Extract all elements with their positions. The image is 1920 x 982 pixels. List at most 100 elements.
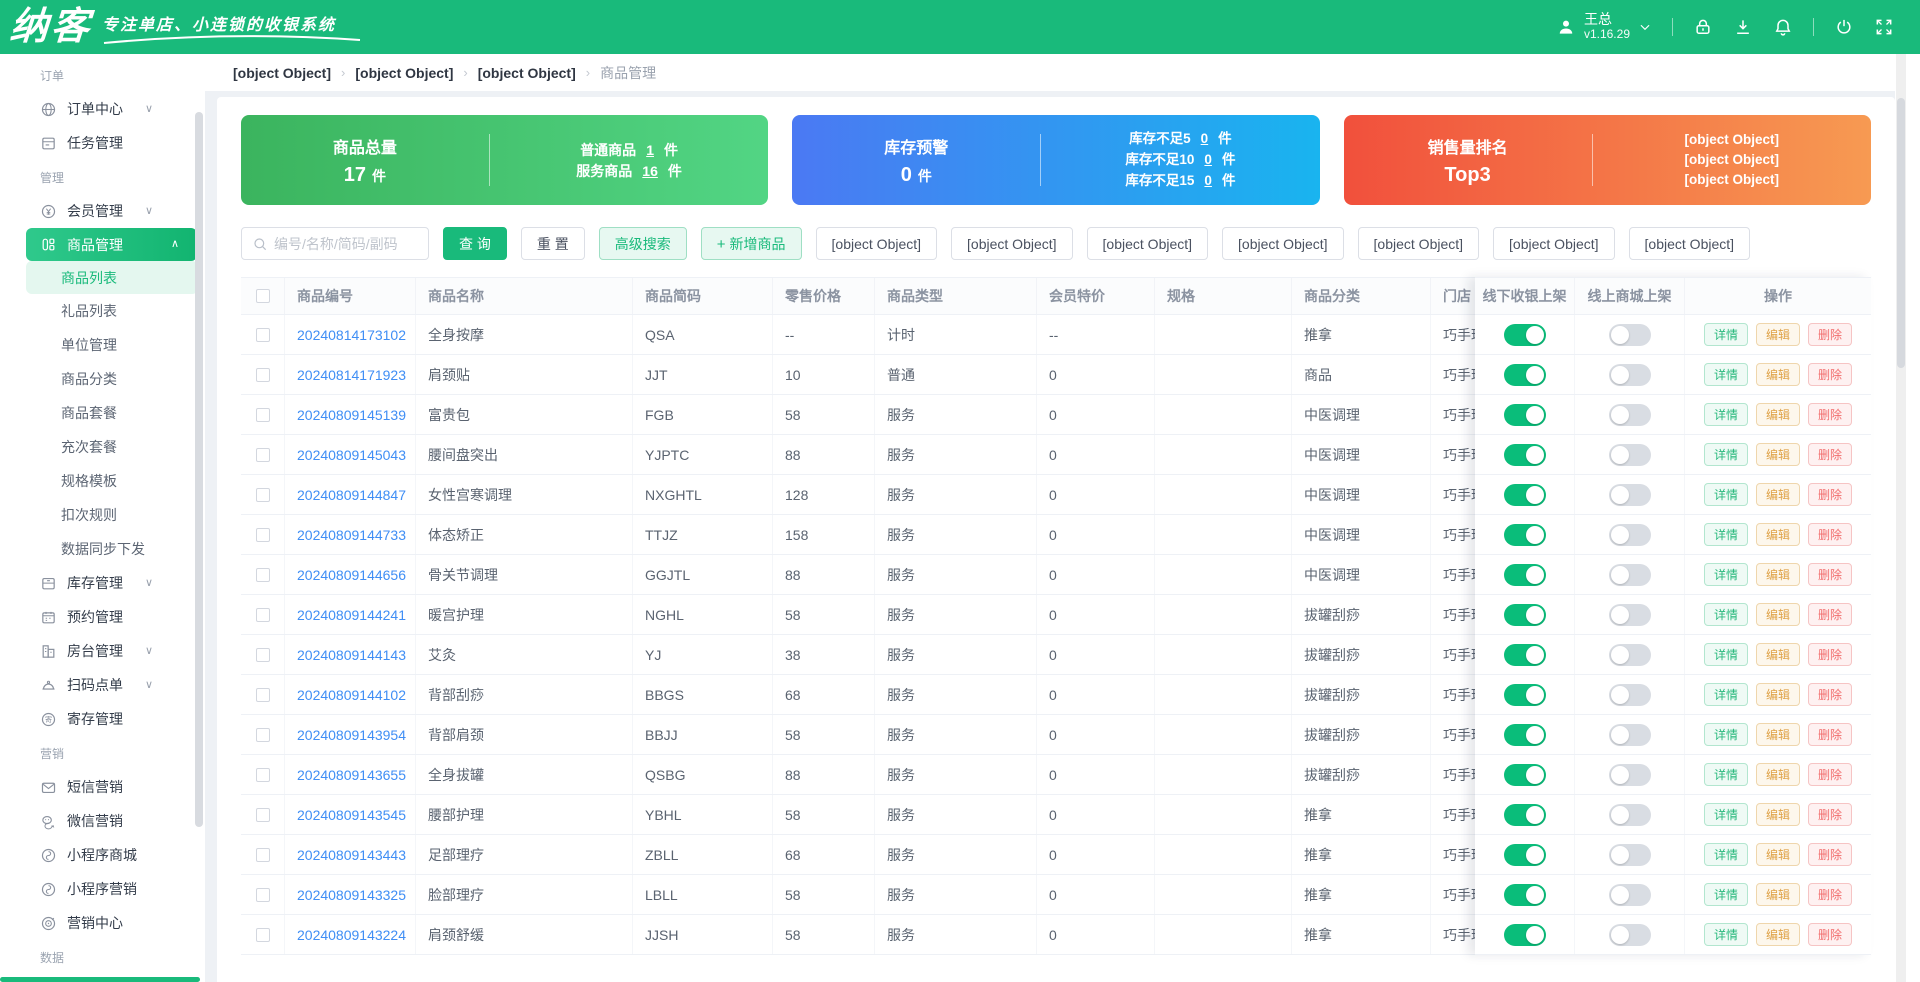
- online-mall-toggle[interactable]: [1608, 363, 1651, 386]
- edit-button[interactable]: 编辑: [1755, 923, 1800, 946]
- power-icon[interactable]: [1834, 17, 1854, 37]
- sidebar-item[interactable]: 商品套餐: [0, 396, 205, 430]
- offline-cashier-toggle[interactable]: [1503, 683, 1546, 706]
- row-checkbox[interactable]: [255, 687, 270, 702]
- sidebar-item[interactable]: 营销中心: [0, 906, 205, 940]
- row-checkbox[interactable]: [255, 327, 270, 342]
- sidebar-item[interactable]: 订单中心: [0, 92, 205, 126]
- detail-button[interactable]: 详情: [1703, 403, 1748, 426]
- batch-button[interactable]: [object Object]: [1628, 227, 1751, 260]
- stat-line-value[interactable]: 0: [1204, 151, 1212, 169]
- stat-line-value[interactable]: 0: [1204, 172, 1212, 190]
- product-id-link[interactable]: 20240809144733: [285, 515, 416, 554]
- delete-button[interactable]: 删除: [1808, 763, 1853, 786]
- select-all-checkbox[interactable]: [255, 289, 270, 303]
- product-id-link[interactable]: 20240809145043: [285, 435, 416, 474]
- sidebar-item[interactable]: 寄存管理: [0, 702, 205, 736]
- online-mall-toggle[interactable]: [1608, 523, 1651, 546]
- sidebar-item[interactable]: 管理: [0, 160, 205, 194]
- product-id-link[interactable]: 20240809144656: [285, 555, 416, 594]
- delete-button[interactable]: 删除: [1808, 923, 1853, 946]
- row-checkbox[interactable]: [255, 847, 270, 862]
- fullscreen-icon[interactable]: [1874, 17, 1894, 37]
- detail-button[interactable]: 详情: [1703, 603, 1748, 626]
- delete-button[interactable]: 删除: [1808, 403, 1853, 426]
- row-checkbox[interactable]: [255, 927, 270, 942]
- edit-button[interactable]: 编辑: [1755, 763, 1800, 786]
- sidebar-item[interactable]: 单位管理: [0, 328, 205, 362]
- product-id-link[interactable]: 20240809144241: [285, 595, 416, 634]
- edit-button[interactable]: 编辑: [1755, 523, 1800, 546]
- sidebar-scrollbar-thumb[interactable]: [195, 112, 203, 827]
- offline-cashier-toggle[interactable]: [1503, 923, 1546, 946]
- detail-button[interactable]: 详情: [1703, 443, 1748, 466]
- batch-button[interactable]: [object Object]: [1493, 227, 1615, 260]
- lock-icon[interactable]: [1693, 17, 1713, 37]
- product-id-link[interactable]: 20240809144102: [285, 675, 416, 714]
- batch-button[interactable]: [object Object]: [1357, 227, 1480, 260]
- batch-button[interactable]: [object Object]: [1086, 227, 1209, 260]
- offline-cashier-toggle[interactable]: [1503, 603, 1546, 626]
- offline-cashier-toggle[interactable]: [1503, 443, 1546, 466]
- delete-button[interactable]: 删除: [1808, 603, 1853, 626]
- user-menu[interactable]: 王总 v1.16.29: [1556, 12, 1652, 42]
- offline-cashier-toggle[interactable]: [1503, 403, 1546, 426]
- offline-cashier-toggle[interactable]: [1503, 723, 1546, 746]
- detail-button[interactable]: 详情: [1703, 763, 1748, 786]
- row-checkbox[interactable]: [255, 727, 270, 742]
- offline-cashier-toggle[interactable]: [1503, 643, 1546, 666]
- stat-line-value[interactable]: 16: [642, 162, 658, 180]
- sidebar-item[interactable]: 房台管理: [0, 634, 205, 668]
- detail-button[interactable]: 详情: [1703, 803, 1748, 826]
- delete-button[interactable]: 删除: [1808, 483, 1853, 506]
- batch-button[interactable]: [object Object]: [815, 227, 938, 260]
- detail-button[interactable]: 详情: [1703, 523, 1748, 546]
- edit-button[interactable]: 编辑: [1755, 443, 1800, 466]
- product-id-link[interactable]: 20240809143224: [285, 915, 416, 954]
- breadcrumb-link[interactable]: [object Object]: [355, 65, 453, 81]
- sidebar-item[interactable]: 商品分类: [0, 362, 205, 396]
- product-id-link[interactable]: 20240809143443: [285, 835, 416, 874]
- stat-line-value[interactable]: 0: [1201, 130, 1209, 148]
- search-input[interactable]: [274, 235, 418, 252]
- sidebar-item[interactable]: 规格模板: [0, 464, 205, 498]
- edit-button[interactable]: 编辑: [1755, 483, 1800, 506]
- sidebar-item[interactable]: 商品列表: [26, 261, 198, 294]
- product-id-link[interactable]: 20240809144143: [285, 635, 416, 674]
- sidebar-item[interactable]: 任务管理: [0, 126, 205, 160]
- sidebar-item[interactable]: 充次套餐: [0, 430, 205, 464]
- offline-cashier-toggle[interactable]: [1503, 803, 1546, 826]
- sidebar-item[interactable]: 短信营销: [0, 770, 205, 804]
- offline-cashier-toggle[interactable]: [1503, 323, 1546, 346]
- breadcrumb-link[interactable]: [object Object]: [233, 65, 331, 81]
- sidebar-item[interactable]: 数据同步下发: [0, 532, 205, 566]
- detail-button[interactable]: 详情: [1703, 883, 1748, 906]
- product-id-link[interactable]: 20240814171923: [285, 355, 416, 394]
- offline-cashier-toggle[interactable]: [1503, 483, 1546, 506]
- sidebar-item[interactable]: 小程序商城: [0, 838, 205, 872]
- delete-button[interactable]: 删除: [1808, 803, 1853, 826]
- row-checkbox[interactable]: [255, 567, 270, 582]
- online-mall-toggle[interactable]: [1608, 723, 1651, 746]
- edit-button[interactable]: 编辑: [1755, 643, 1800, 666]
- online-mall-toggle[interactable]: [1608, 483, 1651, 506]
- offline-cashier-toggle[interactable]: [1503, 363, 1546, 386]
- edit-button[interactable]: 编辑: [1755, 603, 1800, 626]
- row-checkbox[interactable]: [255, 607, 270, 622]
- sidebar-item[interactable]: 小程序营销: [0, 872, 205, 906]
- sidebar-item[interactable]: 商品管理: [26, 228, 197, 261]
- delete-button[interactable]: 删除: [1808, 363, 1853, 386]
- product-id-link[interactable]: 20240809143325: [285, 875, 416, 914]
- product-id-link[interactable]: 20240809144847: [285, 475, 416, 514]
- delete-button[interactable]: 删除: [1808, 523, 1853, 546]
- row-checkbox[interactable]: [255, 647, 270, 662]
- delete-button[interactable]: 删除: [1808, 723, 1853, 746]
- delete-button[interactable]: 删除: [1808, 563, 1853, 586]
- sidebar-item[interactable]: 会员管理: [0, 194, 205, 228]
- detail-button[interactable]: 详情: [1703, 563, 1748, 586]
- online-mall-toggle[interactable]: [1608, 323, 1651, 346]
- batch-button[interactable]: [object Object]: [951, 227, 1073, 260]
- online-mall-toggle[interactable]: [1608, 803, 1651, 826]
- detail-button[interactable]: 详情: [1703, 363, 1748, 386]
- sidebar-item[interactable]: 扫码点单: [0, 668, 205, 702]
